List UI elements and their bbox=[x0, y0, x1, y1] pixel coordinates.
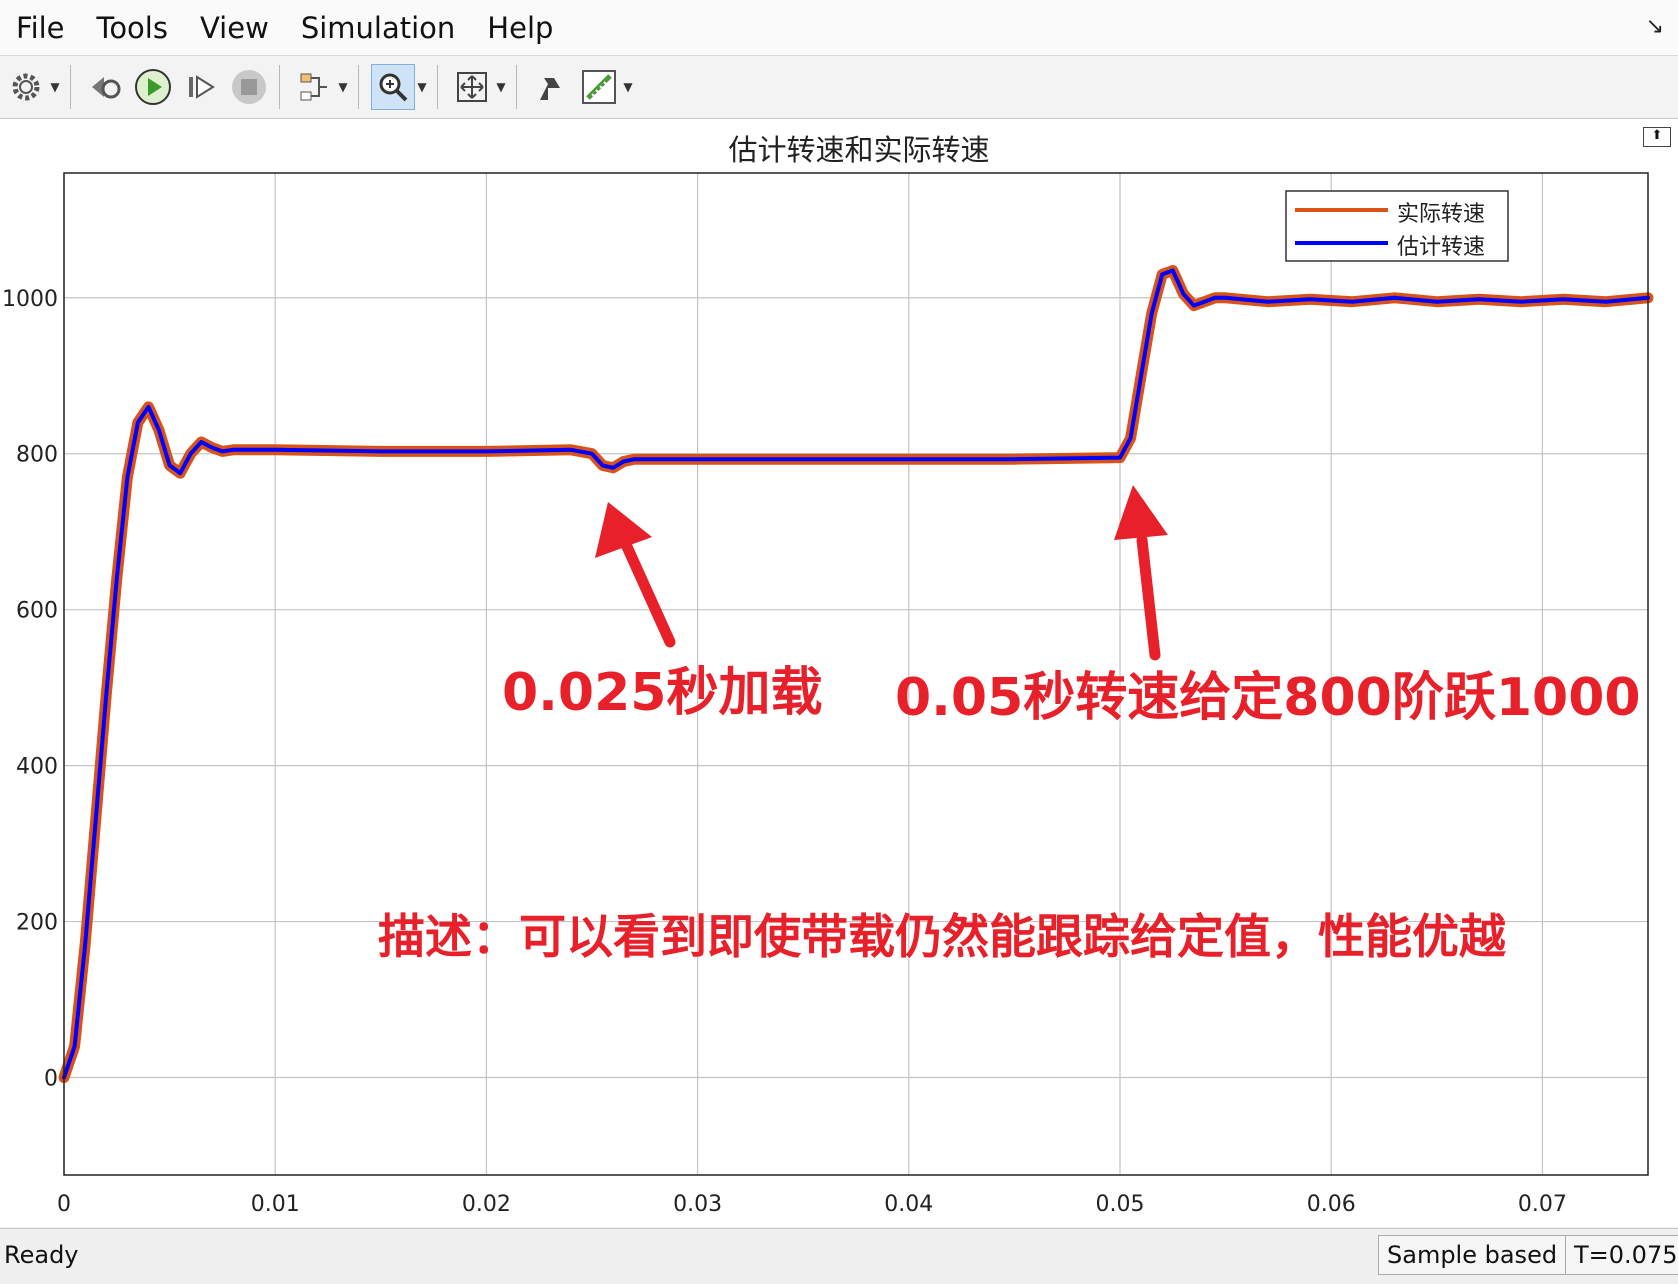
step-forward-icon[interactable] bbox=[179, 64, 223, 110]
step-back-icon[interactable] bbox=[83, 64, 127, 110]
toolbar-divider bbox=[437, 65, 438, 109]
stop-icon[interactable] bbox=[227, 64, 271, 110]
expand-toolbar-icon[interactable]: ⬆ bbox=[1643, 127, 1671, 147]
menu-bar: File Tools View Simulation Help ↘ bbox=[0, 0, 1678, 56]
menu-file[interactable]: File bbox=[0, 11, 81, 45]
menu-help[interactable]: Help bbox=[471, 11, 569, 45]
menu-simulation[interactable]: Simulation bbox=[285, 11, 471, 45]
autoscale-icon[interactable] bbox=[450, 64, 494, 110]
chevron-down-icon[interactable]: ▼ bbox=[336, 80, 350, 94]
plot-area bbox=[0, 119, 1678, 1227]
status-sample-mode: Sample based bbox=[1378, 1235, 1567, 1275]
toolbar-divider bbox=[70, 65, 71, 109]
toolbar-divider bbox=[358, 65, 359, 109]
status-ready: Ready bbox=[4, 1241, 79, 1269]
run-icon[interactable] bbox=[131, 64, 175, 110]
menu-view[interactable]: View bbox=[184, 11, 285, 45]
chevron-down-icon[interactable]: ▼ bbox=[415, 80, 429, 94]
menu-tools[interactable]: Tools bbox=[81, 11, 184, 45]
toolbar-divider bbox=[516, 65, 517, 109]
undock-icon[interactable]: ↘ bbox=[1646, 14, 1664, 39]
toolbar-divider bbox=[279, 65, 280, 109]
gear-icon[interactable] bbox=[4, 64, 48, 110]
status-bar: Ready Sample based T=0.075 bbox=[0, 1228, 1678, 1284]
chevron-down-icon[interactable]: ▼ bbox=[494, 80, 508, 94]
signal-selector-icon[interactable] bbox=[292, 64, 336, 110]
status-time: T=0.075 bbox=[1565, 1235, 1678, 1275]
toolbar: ▼ ▼ ▼ ▼ ▼ bbox=[0, 56, 1678, 119]
chevron-down-icon[interactable]: ▼ bbox=[48, 80, 62, 94]
zoom-icon[interactable] bbox=[371, 64, 415, 110]
measurements-icon[interactable] bbox=[577, 64, 621, 110]
highlight-icon[interactable] bbox=[529, 64, 573, 110]
chevron-down-icon[interactable]: ▼ bbox=[621, 80, 635, 94]
